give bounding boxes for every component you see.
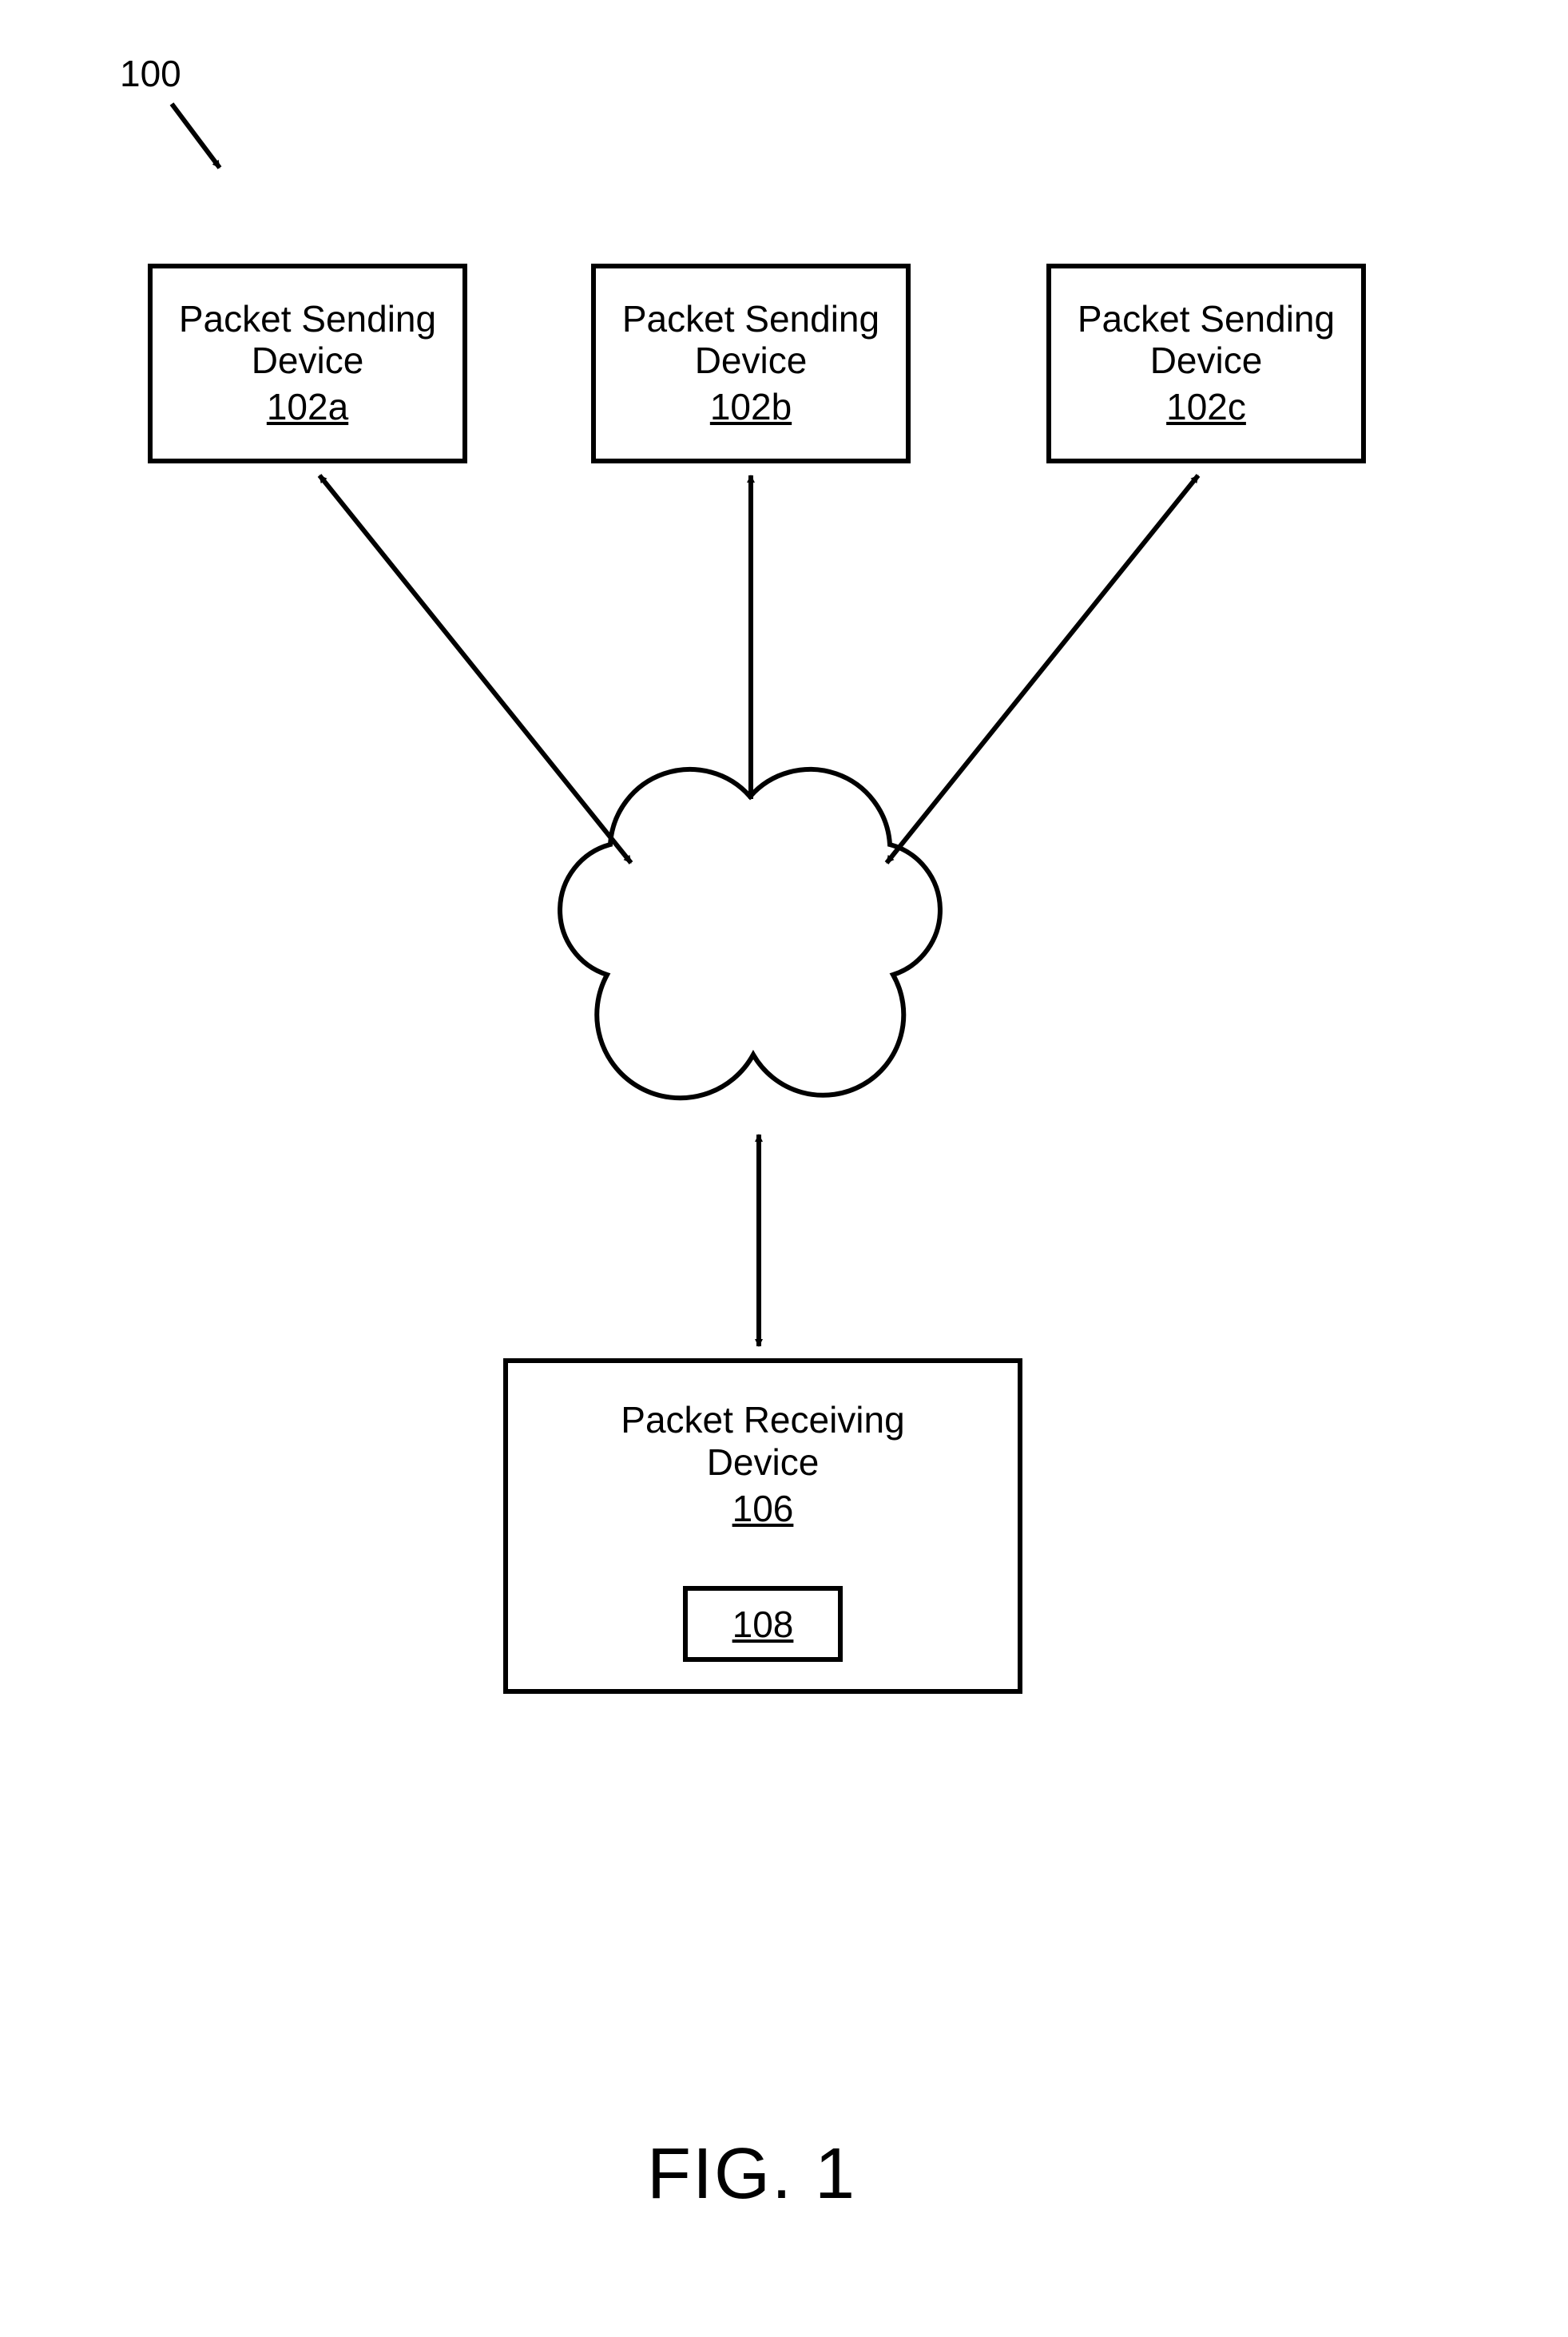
network-cloud-icon <box>560 769 940 1098</box>
device-label: Device <box>695 340 808 382</box>
packet-sending-device-a: Packet Sending Device 102a <box>148 264 467 463</box>
receiver-subcomponent: 108 <box>683 1586 843 1662</box>
device-label: Device <box>1150 340 1263 382</box>
device-label: Device <box>707 1441 820 1484</box>
device-label: Packet Sending <box>622 298 879 340</box>
packet-sending-device-c: Packet Sending Device 102c <box>1046 264 1366 463</box>
packet-sending-device-b: Packet Sending Device 102b <box>591 264 911 463</box>
figure-caption: FIG. 1 <box>647 2133 856 2216</box>
network-title: Network <box>639 951 879 993</box>
device-ref: 102a <box>267 385 348 429</box>
device-label: Packet Receiving <box>621 1399 904 1441</box>
device-ref: 102c <box>1166 385 1246 429</box>
diagram-canvas: 100 Packet Sending Device 102a Packet Se… <box>0 0 1568 2337</box>
device-label: Device <box>252 340 364 382</box>
device-ref: 106 <box>732 1487 794 1531</box>
network-cloud-label: Network 104 <box>639 951 879 1039</box>
device-label: Packet Sending <box>179 298 436 340</box>
device-ref: 102b <box>710 385 792 429</box>
figure-reference-number: 100 <box>120 52 181 95</box>
network-ref: 104 <box>639 996 879 1039</box>
device-label: Packet Sending <box>1078 298 1335 340</box>
subcomponent-ref: 108 <box>732 1603 794 1646</box>
